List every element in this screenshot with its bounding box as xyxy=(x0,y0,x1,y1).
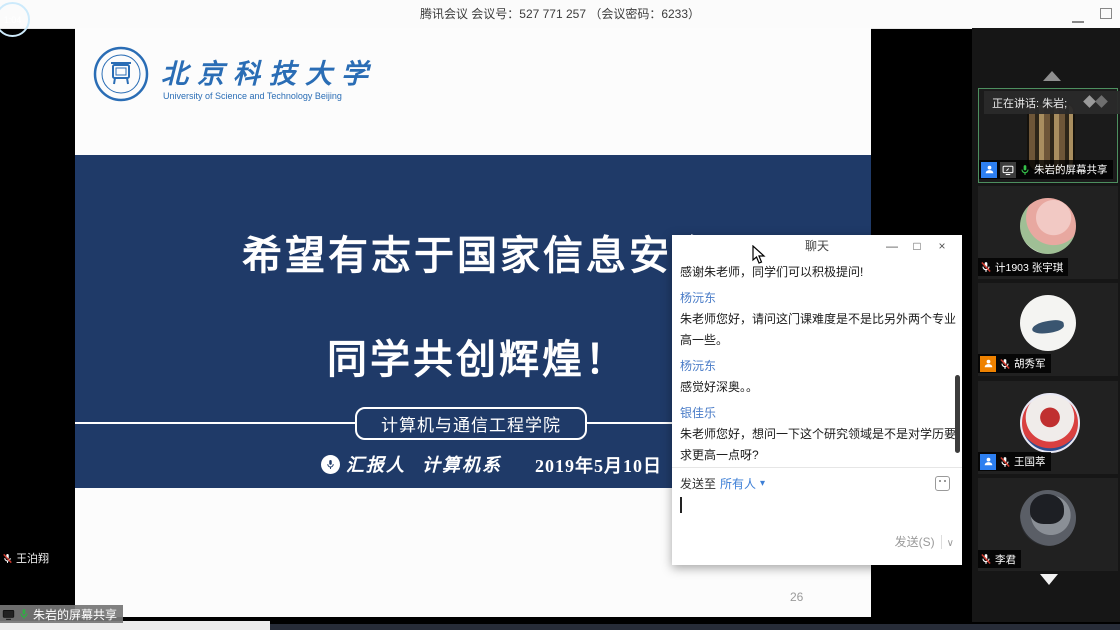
mic-muted-icon xyxy=(2,553,13,564)
participant-name: 胡秀军 xyxy=(1014,356,1046,371)
tile-label: 计1903 张宇琪 xyxy=(978,258,1068,276)
video-tile-zhangyuqi[interactable]: 计1903 张宇琪 xyxy=(978,186,1118,279)
chat-sender: 银佳乐 xyxy=(680,403,962,424)
university-seal-icon xyxy=(93,46,149,102)
send-button[interactable]: 发送(S) xyxy=(895,535,942,549)
scroll-down-arrow-icon[interactable] xyxy=(1040,574,1058,585)
send-row: 发送(S)∨ xyxy=(672,533,954,550)
screen-share-status[interactable]: 朱岩的屏幕共享 xyxy=(0,605,123,623)
chat-message: 银佳乐 朱老师您好，想问一下这个研究领域是不是对学历要求更高一点呀? xyxy=(680,403,962,466)
restore-button[interactable] xyxy=(1100,8,1112,19)
avatar xyxy=(1020,198,1076,254)
slide-date: 2019年5月10日 xyxy=(535,452,662,478)
participant-name: 朱岩的屏幕共享 xyxy=(1034,162,1108,177)
participant-name: 李君 xyxy=(995,552,1016,567)
minimize-button[interactable] xyxy=(1072,13,1084,23)
slide-headline-2: 同学共创辉煌！ xyxy=(327,327,628,385)
emoji-icon[interactable] xyxy=(935,476,950,491)
avatar xyxy=(1020,490,1076,546)
host-person-icon xyxy=(981,162,997,178)
app-titlebar: 腾讯会议 会议号：527 771 257 （会议密码：6233） xyxy=(0,0,1120,29)
participant-name: 王泊翔 xyxy=(16,550,49,566)
send-to-label: 发送至 xyxy=(680,475,716,492)
chat-maximize-icon[interactable]: □ xyxy=(909,239,925,253)
university-logo: 北京科技大学 University of Science and Technol… xyxy=(93,44,393,114)
chat-message: 杨沅东 感觉好深奥。。 xyxy=(680,356,962,398)
chat-sender: 杨沅东 xyxy=(680,288,962,309)
divider xyxy=(672,467,962,468)
person-badge-icon xyxy=(980,454,996,470)
chevron-down-icon[interactable]: ▾ xyxy=(760,478,765,489)
mic-muted-icon xyxy=(980,261,992,273)
university-name-cn: 北京科技大学 xyxy=(161,52,377,91)
divider-line xyxy=(75,422,355,424)
participant-name: 王国萃 xyxy=(1014,454,1046,469)
slide-page-number: 26 xyxy=(790,590,803,604)
tile-label: 朱岩的屏幕共享 xyxy=(979,160,1113,179)
video-tile-lijun[interactable]: 李君 xyxy=(978,478,1118,571)
chat-scrollbar[interactable] xyxy=(955,375,960,453)
tile-label: 胡秀军 xyxy=(978,354,1051,373)
presenter-label: 汇报人 xyxy=(346,451,406,477)
presenter-mic-icon xyxy=(321,455,340,474)
slide-headline-1: 希望有志于国家信息安全 xyxy=(242,223,715,281)
university-name-en: University of Science and Technology Bei… xyxy=(163,91,342,101)
mouse-cursor xyxy=(752,245,766,265)
department-box: 计算机与通信工程学院 xyxy=(355,407,587,440)
person-badge-icon xyxy=(980,356,996,372)
screen-share-icon xyxy=(2,608,15,621)
video-tile-huxiujun[interactable]: 胡秀军 xyxy=(978,283,1118,376)
presenter-name: 计算机系 xyxy=(422,451,502,477)
meeting-title: 腾讯会议 会议号：527 771 257 （会议密码：6233） xyxy=(0,0,1120,28)
mic-on-icon xyxy=(18,608,30,620)
scroll-up-arrow-icon[interactable] xyxy=(1043,71,1061,81)
participant-name: 计1903 张宇琪 xyxy=(995,260,1063,275)
screen-share-label: 朱岩的屏幕共享 xyxy=(33,606,117,623)
send-options-chevron-icon[interactable]: ∨ xyxy=(942,538,954,549)
chat-message: 杨沅东 朱老师您好，请问这门课难度是不是比另外两个专业高一些。 xyxy=(680,288,962,351)
avatar xyxy=(1020,295,1076,351)
send-to-row: 发送至 所有人 ▾ xyxy=(680,475,765,492)
presenter-row: 汇报人 计算机系 xyxy=(321,452,502,476)
mic-muted-icon xyxy=(999,456,1011,468)
chat-minimize-icon[interactable]: — xyxy=(884,239,900,253)
video-tile-wangguocui[interactable]: 王国萃 xyxy=(978,381,1118,474)
self-view-label: 王泊翔 xyxy=(2,550,49,566)
chat-close-icon[interactable]: × xyxy=(934,239,950,253)
chat-sender: 杨沅东 xyxy=(680,356,962,377)
tile-label: 王国萃 xyxy=(978,452,1051,471)
chat-message: 感谢朱老师，同学们可以积极提问! xyxy=(680,262,962,283)
chat-message-list: 感谢朱老师，同学们可以积极提问! 杨沅东 朱老师您好，请问这门课难度是不是比另外… xyxy=(672,260,966,466)
send-to-selector[interactable]: 所有人 xyxy=(720,475,756,492)
meeting-timer-bubble[interactable]: 1:04 xyxy=(0,2,30,37)
chat-window: 聊天 — □ × 感谢朱老师，同学们可以积极提问! 杨沅东 朱老师您好，请问这门… xyxy=(672,235,962,565)
screen-share-icon xyxy=(1000,162,1016,178)
mic-muted-icon xyxy=(980,553,992,565)
mic-on-icon xyxy=(1019,164,1031,176)
tile-label: 李君 xyxy=(978,550,1021,568)
background-taskbar-edge xyxy=(270,624,1120,630)
chat-input[interactable] xyxy=(680,493,950,531)
mic-muted-icon xyxy=(999,358,1011,370)
avatar xyxy=(1020,393,1080,453)
